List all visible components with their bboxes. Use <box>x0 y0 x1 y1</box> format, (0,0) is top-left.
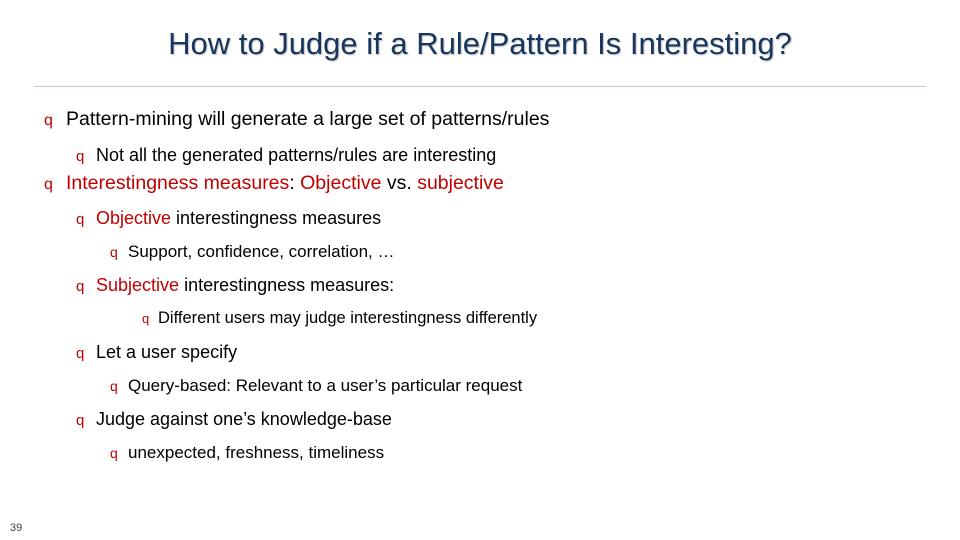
bullet-text: Support, confidence, correlation, … <box>128 243 394 260</box>
text-span: Query-based: Relevant to a user’s partic… <box>128 375 523 395</box>
text-span: unexpected, freshness, timeliness <box>128 442 385 462</box>
bullet-text: unexpected, freshness, timeliness <box>128 444 384 461</box>
bullet-line: q Objective interestingness measures <box>76 209 938 227</box>
slide-number: 39 <box>10 522 23 534</box>
bullet-icon: q <box>110 377 118 394</box>
text-span: : <box>289 171 301 194</box>
text-span: Support, confidence, correlation, … <box>128 242 395 261</box>
bullet-text: Let a user specify <box>96 343 237 361</box>
bullet-text: Subjective interestingness measures: <box>96 276 394 294</box>
bullet-icon: q <box>110 244 118 260</box>
text-span: interestingness measures: <box>179 275 395 295</box>
bullet-line: q Query-based: Relevant to a user’s parti… <box>110 377 938 394</box>
bullet-line: q Different users may judge interestingne… <box>142 310 938 327</box>
text-span: subjective <box>417 171 504 194</box>
bullet-text: Judge against one’s knowledge-base <box>96 410 392 428</box>
bullet-line: q Let a user specify <box>76 343 938 361</box>
bullet-icon: q <box>110 444 118 461</box>
text-span: vs. <box>381 171 418 194</box>
text-span: Let a user specify <box>96 341 238 362</box>
bullet-line: q Judge against one’s knowledge-base <box>76 410 938 428</box>
bullet-icon: q <box>76 211 85 228</box>
bullet-icon: q <box>142 311 150 326</box>
text-span: Interestingness measures <box>66 171 290 194</box>
bullet-text: Not all the generated patterns/rules are… <box>96 146 496 164</box>
text-span: Objective <box>300 171 382 194</box>
page-title: How to Judge if a Rule/Pattern Is Intere… <box>168 26 792 61</box>
bullet-icon: q <box>76 344 85 362</box>
bullet-line: q Not all the generated patterns/rules ar… <box>76 146 938 164</box>
bullet-text: Pattern-mining will generate a large set… <box>66 108 550 130</box>
bullet-text: Interestingness measures: Objective vs. … <box>66 171 504 194</box>
bullet-text: Different users may judge interestingnes… <box>158 310 537 327</box>
text-span: Objective <box>96 208 172 228</box>
bullet-icon: q <box>76 147 85 165</box>
bullet-line: q Support, confidence, correlation, … <box>110 243 938 260</box>
bullet-line: q Interestingness measures: Objective vs.… <box>44 171 938 194</box>
text-span: Not all the generated patterns/rules are… <box>96 144 497 165</box>
text-span: Judge against one’s knowledge-base <box>96 408 392 429</box>
text-span: interestingness measures <box>171 208 382 228</box>
bullet-icon: q <box>76 278 85 295</box>
slide: How to Judge if a Rule/Pattern Is Intere… <box>0 0 960 540</box>
bullet-line: q Subjective interestingness measures: <box>76 276 938 294</box>
bullet-text: Objective interestingness measures <box>96 209 381 227</box>
bullet-icon: q <box>44 112 53 129</box>
slide-body: q Pattern-mining will generate a large se… <box>38 100 938 461</box>
bullet-line: q Pattern-mining will generate a large se… <box>44 108 938 130</box>
title-divider <box>34 86 926 87</box>
bullet-icon: q <box>76 411 85 429</box>
bullet-text: Query-based: Relevant to a user’s partic… <box>128 377 522 394</box>
bullet-line: q unexpected, freshness, timeliness <box>110 444 938 461</box>
text-span: Subjective <box>96 275 180 295</box>
text-span: Different users may judge interestingnes… <box>158 309 538 327</box>
text-span: Pattern-mining will generate a large set… <box>66 108 550 130</box>
bullet-icon: q <box>44 175 53 193</box>
